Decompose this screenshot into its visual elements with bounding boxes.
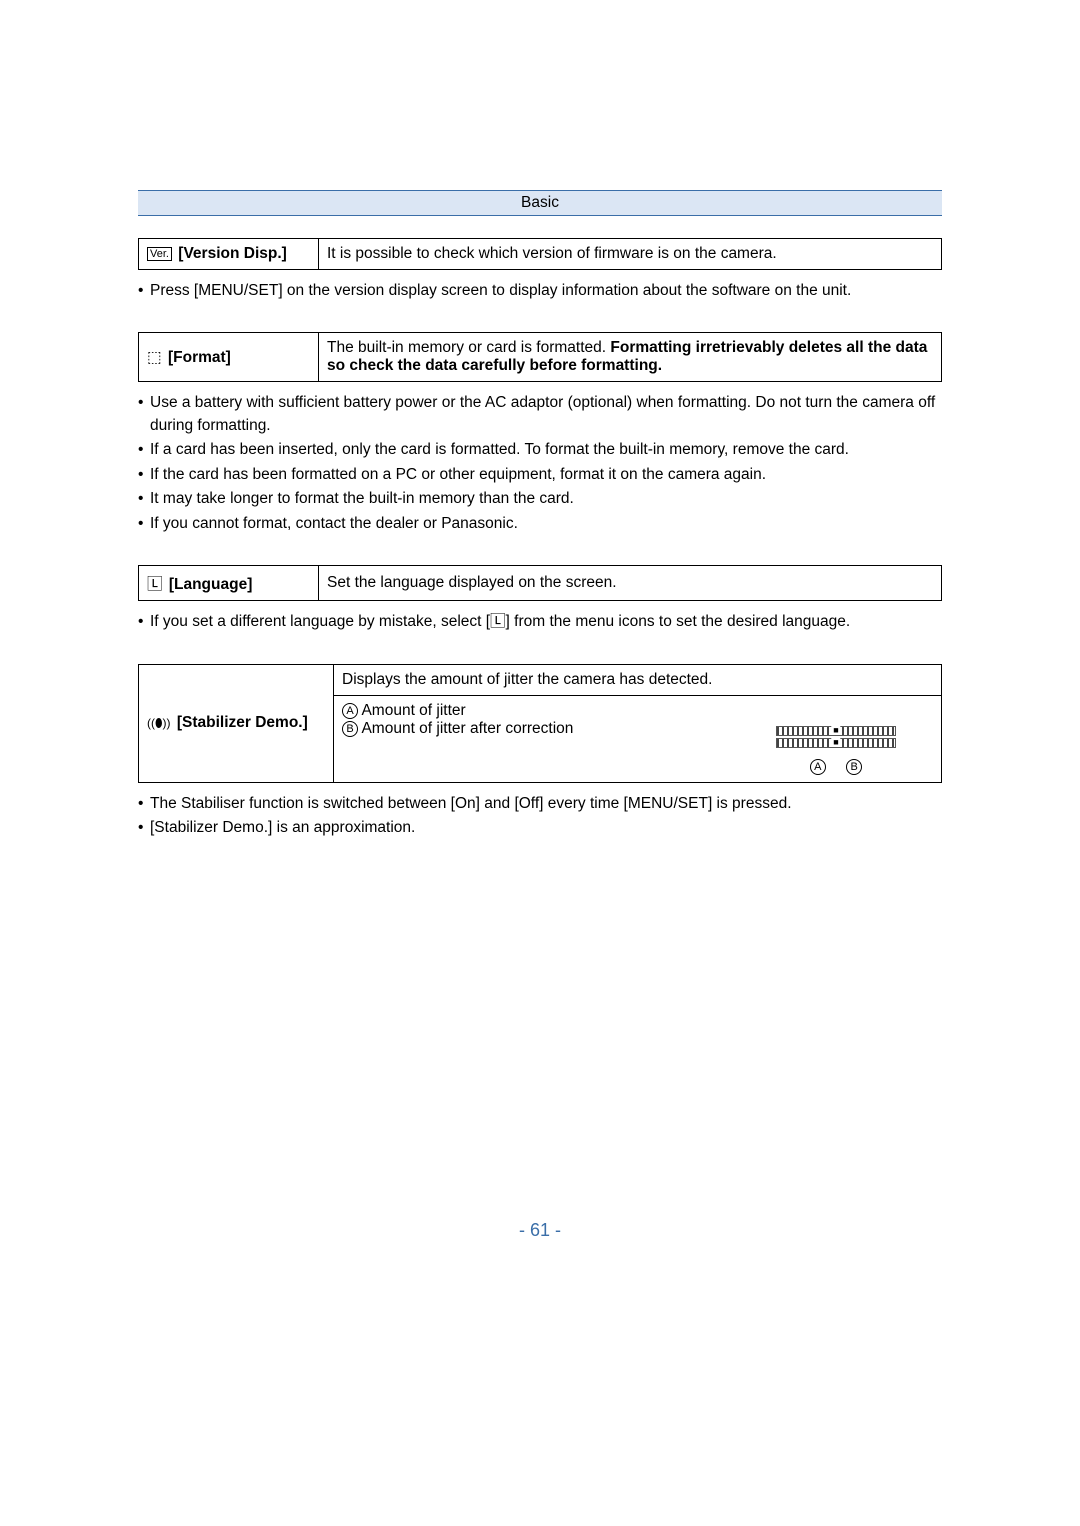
section-header-text: Basic xyxy=(521,194,559,211)
stabilizer-label: [Stabilizer Demo.] xyxy=(177,714,308,731)
language-icon: 🄻 xyxy=(147,572,163,594)
diagram-marker-b: B xyxy=(846,759,862,775)
diagram-marker-a: A xyxy=(810,759,826,775)
note-item: It may take longer to format the built-i… xyxy=(138,488,942,510)
version-disp-desc: It is possible to check which version of… xyxy=(319,239,942,270)
version-disp-label-cell: Ver. [Version Disp.] xyxy=(139,239,319,270)
note-item: If a card has been inserted, only the ca… xyxy=(138,439,942,461)
version-disp-row: Ver. [Version Disp.] It is possible to c… xyxy=(138,238,942,270)
language-row: 🄻 [Language] Set the language displayed … xyxy=(138,565,942,601)
format-notes: Use a battery with sufficient battery po… xyxy=(138,392,942,535)
language-desc: Set the language displayed on the screen… xyxy=(319,566,942,601)
language-label-cell: 🄻 [Language] xyxy=(139,566,319,601)
marker-b-icon: B xyxy=(342,721,358,737)
language-label: [Language] xyxy=(169,576,253,593)
jitter-bar-b: ■ xyxy=(776,738,896,748)
version-notes: Press [MENU/SET] on the version display … xyxy=(138,280,942,302)
stabilizer-label-cell: ((⬮)) [Stabilizer Demo.] xyxy=(139,664,334,782)
version-icon: Ver. xyxy=(147,247,172,261)
language-notes: If you set a different language by mista… xyxy=(138,611,942,633)
stabilizer-top-desc: Displays the amount of jitter the camera… xyxy=(334,665,941,696)
stabilizer-items: A Amount of jitter B Amount of jitter af… xyxy=(334,696,731,782)
note-item: Press [MENU/SET] on the version display … xyxy=(138,280,942,302)
version-disp-label: [Version Disp.] xyxy=(178,245,287,262)
stabilizer-diagram: ■ ■ A B xyxy=(731,696,941,782)
note-item: Use a battery with sufficient battery po… xyxy=(138,392,942,437)
format-label-cell: ⬚ [Format] xyxy=(139,333,319,382)
stabilizer-notes: The Stabiliser function is switched betw… xyxy=(138,793,942,840)
note-item: If you set a different language by mista… xyxy=(138,611,942,633)
stabilizer-item-b-text: Amount of jitter after correction xyxy=(361,720,573,737)
stabilizer-item-a-text: Amount of jitter xyxy=(361,702,465,719)
format-row: ⬚ [Format] The built-in memory or card i… xyxy=(138,332,942,382)
stabilizer-desc-cell: Displays the amount of jitter the camera… xyxy=(334,664,942,782)
note-item: [Stabilizer Demo.] is an approximation. xyxy=(138,817,942,839)
stabilizer-row: ((⬮)) [Stabilizer Demo.] Displays the am… xyxy=(138,664,942,783)
stabilizer-item-b: B Amount of jitter after correction xyxy=(342,720,723,738)
marker-a-icon: A xyxy=(342,703,358,719)
note-item: The Stabiliser function is switched betw… xyxy=(138,793,942,815)
format-icon: ⬚ xyxy=(147,348,162,367)
format-desc: The built-in memory or card is formatted… xyxy=(319,333,942,382)
section-header: Basic xyxy=(138,190,942,216)
stabilizer-item-a: A Amount of jitter xyxy=(342,702,723,720)
note-item: If you cannot format, contact the dealer… xyxy=(138,513,942,535)
note-item: If the card has been formatted on a PC o… xyxy=(138,464,942,486)
format-desc-prefix: The built-in memory or card is formatted… xyxy=(327,339,610,356)
stabilizer-icon: ((⬮)) xyxy=(147,716,171,731)
jitter-bar-a: ■ xyxy=(776,726,896,736)
format-label: [Format] xyxy=(168,349,231,366)
page-number: - 61 - xyxy=(138,1220,942,1241)
